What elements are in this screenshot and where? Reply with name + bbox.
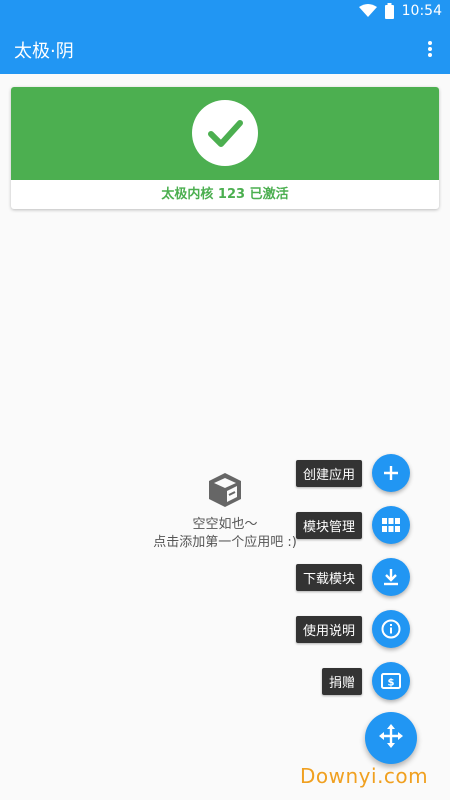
status-card: 太极内核 123 已激活 (11, 87, 439, 209)
plus-icon[interactable] (372, 454, 410, 492)
fab-label[interactable]: 创建应用 (295, 459, 362, 487)
fab-label[interactable]: 下载模块 (295, 563, 362, 591)
watermark: Downyi.com (300, 764, 429, 788)
fab-item-help[interactable]: 使用说明 (295, 610, 410, 648)
fab-item-create-app[interactable]: 创建应用 (295, 454, 410, 492)
fab-item-donate[interactable]: 捐赠 $ (321, 662, 410, 700)
wifi-icon (358, 4, 377, 18)
battery-icon (384, 3, 394, 19)
grid-icon[interactable] (372, 506, 410, 544)
app-bar: 太极·阴 (0, 24, 450, 74)
status-banner (11, 87, 439, 180)
framework-status-text: 太极内核 123 已激活 (161, 187, 289, 202)
status-time: 10:54 (401, 3, 442, 19)
more-vert-icon[interactable] (420, 37, 440, 61)
fab-item-module-manage[interactable]: 模块管理 (295, 506, 410, 544)
app-title: 太极·阴 (14, 41, 74, 62)
status-bar: 10:54 (0, 0, 450, 24)
fab-label[interactable]: 使用说明 (295, 615, 362, 643)
fab-label[interactable]: 模块管理 (295, 511, 362, 539)
box-icon (205, 470, 245, 510)
svg-text:$: $ (388, 678, 395, 689)
money-icon[interactable]: $ (372, 662, 410, 700)
fab-item-download-module[interactable]: 下载模块 (295, 558, 410, 596)
fab-main-button[interactable] (365, 712, 417, 764)
move-arrows-icon (378, 723, 404, 753)
info-icon[interactable] (372, 610, 410, 648)
download-icon[interactable] (372, 558, 410, 596)
check-icon (192, 100, 258, 166)
fab-label[interactable]: 捐赠 (321, 667, 362, 695)
